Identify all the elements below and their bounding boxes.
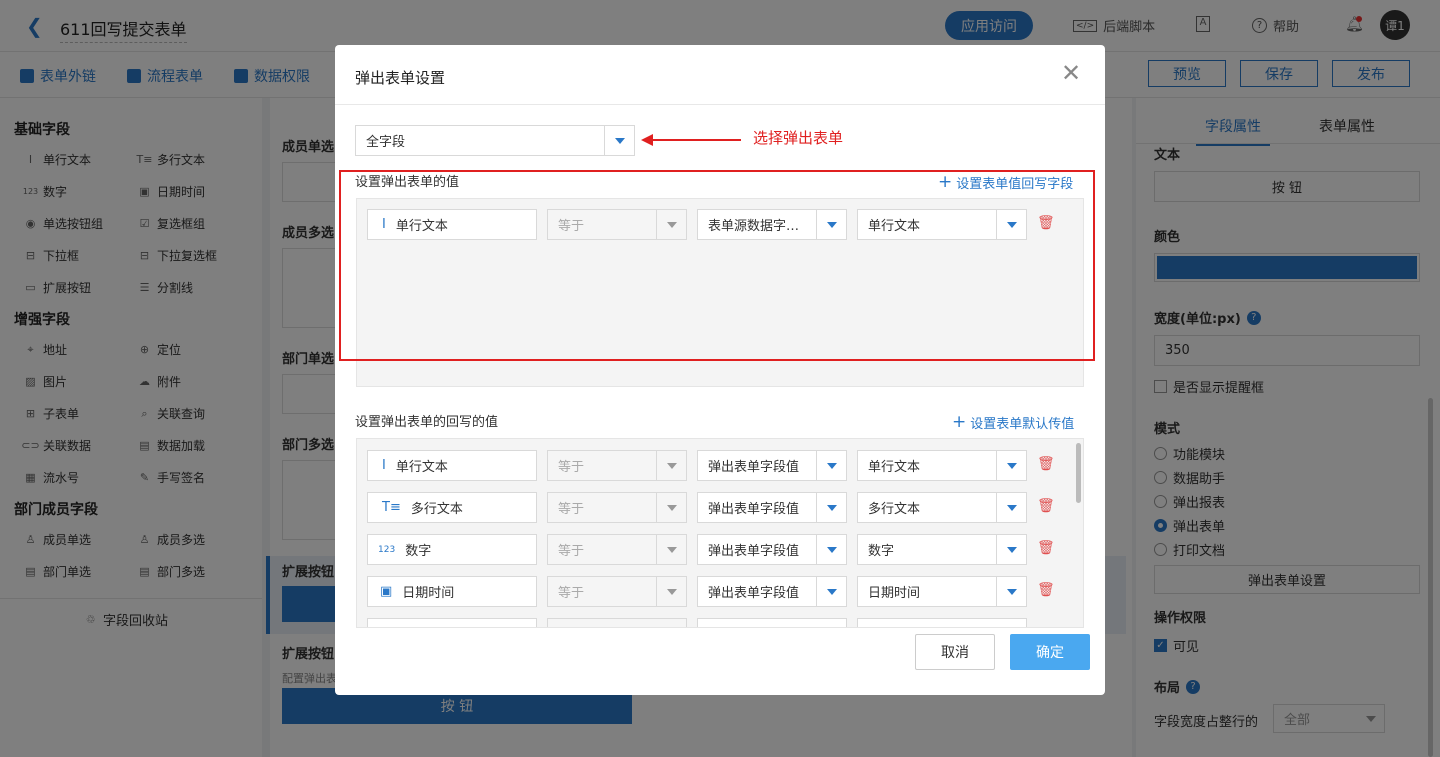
annotation-text: 选择弹出表单 <box>753 129 844 147</box>
chevron-down-icon[interactable] <box>816 577 846 606</box>
s2-row-source[interactable]: 弹出表单字段值 <box>697 534 847 565</box>
s2-row-source-value: 弹出表单字段值 <box>708 502 800 517</box>
chevron-down-icon[interactable] <box>996 535 1026 564</box>
close-icon[interactable]: ✕ <box>1061 61 1081 85</box>
s2-row-field[interactable]: T≡ 多行文本 <box>367 492 537 523</box>
s2-row-field-value: 日期时间 <box>402 586 455 601</box>
popup-form-settings-dialog: 弹出表单设置 ✕ 全字段 选择弹出表单 设置弹出表单的值 + 设置表单值回写字段 … <box>335 45 1105 695</box>
chevron-down-icon[interactable] <box>816 535 846 564</box>
text-cursor-icon: I <box>382 458 386 473</box>
chevron-down-icon <box>656 493 686 522</box>
section2-title: 设置弹出表单的回写的值 <box>355 415 499 430</box>
s2-row-source[interactable]: 弹出表单字段值 <box>697 492 847 523</box>
cancel-button[interactable]: 取消 <box>915 634 995 670</box>
s2-row-source[interactable]: 弹出表单字段值 <box>697 450 847 481</box>
s2-row-target-value: 数字 <box>868 544 895 559</box>
s2-row-field[interactable]: I 单行文本 <box>367 450 537 481</box>
popup-form-select-value: 全字段 <box>366 135 406 150</box>
s2-row-target[interactable]: 多行文本 <box>857 492 1027 523</box>
chevron-down-icon <box>656 577 686 606</box>
s2-row-target-value: 日期时间 <box>868 586 921 601</box>
annotation-highlight-box <box>339 170 1095 361</box>
chevron-down-icon[interactable] <box>604 126 634 155</box>
section2-scrollbar[interactable] <box>1076 443 1081 503</box>
chevron-down-icon <box>656 451 686 480</box>
s2-row-operator-value: 等于 <box>558 460 585 475</box>
chevron-down-icon[interactable] <box>996 493 1026 522</box>
plus-icon: + <box>952 412 967 432</box>
s2-row-target[interactable]: 单行文本 <box>857 450 1027 481</box>
confirm-button[interactable]: 确定 <box>1010 634 1090 670</box>
dialog-header-divider <box>335 104 1105 105</box>
s2-row-operator[interactable]: 等于 <box>547 576 687 607</box>
s2-row-partial <box>367 618 1027 627</box>
trash-icon[interactable]: 🗑︎ <box>1037 456 1055 472</box>
section2-add-link-label: 设置表单默认传值 <box>970 417 1075 432</box>
s2-row-field[interactable]: ▣ 日期时间 <box>367 576 537 607</box>
chevron-down-icon[interactable] <box>996 451 1026 480</box>
multiline-text-icon: T≡ <box>382 500 401 515</box>
s2-row-operator-value: 等于 <box>558 586 585 601</box>
s2-row-target-value: 单行文本 <box>868 460 921 475</box>
dialog-title: 弹出表单设置 <box>355 69 446 87</box>
trash-icon[interactable]: 🗑︎ <box>1037 540 1055 556</box>
s2-row-source-value: 弹出表单字段值 <box>708 460 800 475</box>
s2-row-operator[interactable]: 等于 <box>547 492 687 523</box>
s2-row-field[interactable]: 123 数字 <box>367 534 537 565</box>
annotation-arrow <box>641 134 741 146</box>
chevron-down-icon[interactable] <box>816 451 846 480</box>
s2-row-operator[interactable]: 等于 <box>547 534 687 565</box>
arrow-left-icon <box>641 134 741 146</box>
trash-icon[interactable]: 🗑︎ <box>1037 582 1055 598</box>
s2-row-source-value: 弹出表单字段值 <box>708 586 800 601</box>
number-icon: 123 <box>378 544 396 555</box>
s2-row-field-value: 单行文本 <box>395 460 448 475</box>
section2-add-link[interactable]: + 设置表单默认传值 <box>952 412 1075 433</box>
s2-row-field-value: 数字 <box>405 544 432 559</box>
chevron-down-icon[interactable] <box>816 493 846 522</box>
popup-form-select[interactable]: 全字段 <box>355 125 635 156</box>
s2-row-field-value: 多行文本 <box>410 502 463 517</box>
s2-row-operator-value: 等于 <box>558 544 585 559</box>
chevron-down-icon[interactable] <box>996 577 1026 606</box>
s2-row-target-value: 多行文本 <box>868 502 921 517</box>
s2-row-operator-value: 等于 <box>558 502 585 517</box>
s2-row-operator[interactable]: 等于 <box>547 450 687 481</box>
trash-icon[interactable]: 🗑︎ <box>1037 498 1055 514</box>
chevron-down-icon <box>656 535 686 564</box>
calendar-icon: ▣ <box>380 584 393 599</box>
s2-row-source[interactable]: 弹出表单字段值 <box>697 576 847 607</box>
s2-row-target[interactable]: 数字 <box>857 534 1027 565</box>
s2-row-source-value: 弹出表单字段值 <box>708 544 800 559</box>
s2-row-target[interactable]: 日期时间 <box>857 576 1027 607</box>
